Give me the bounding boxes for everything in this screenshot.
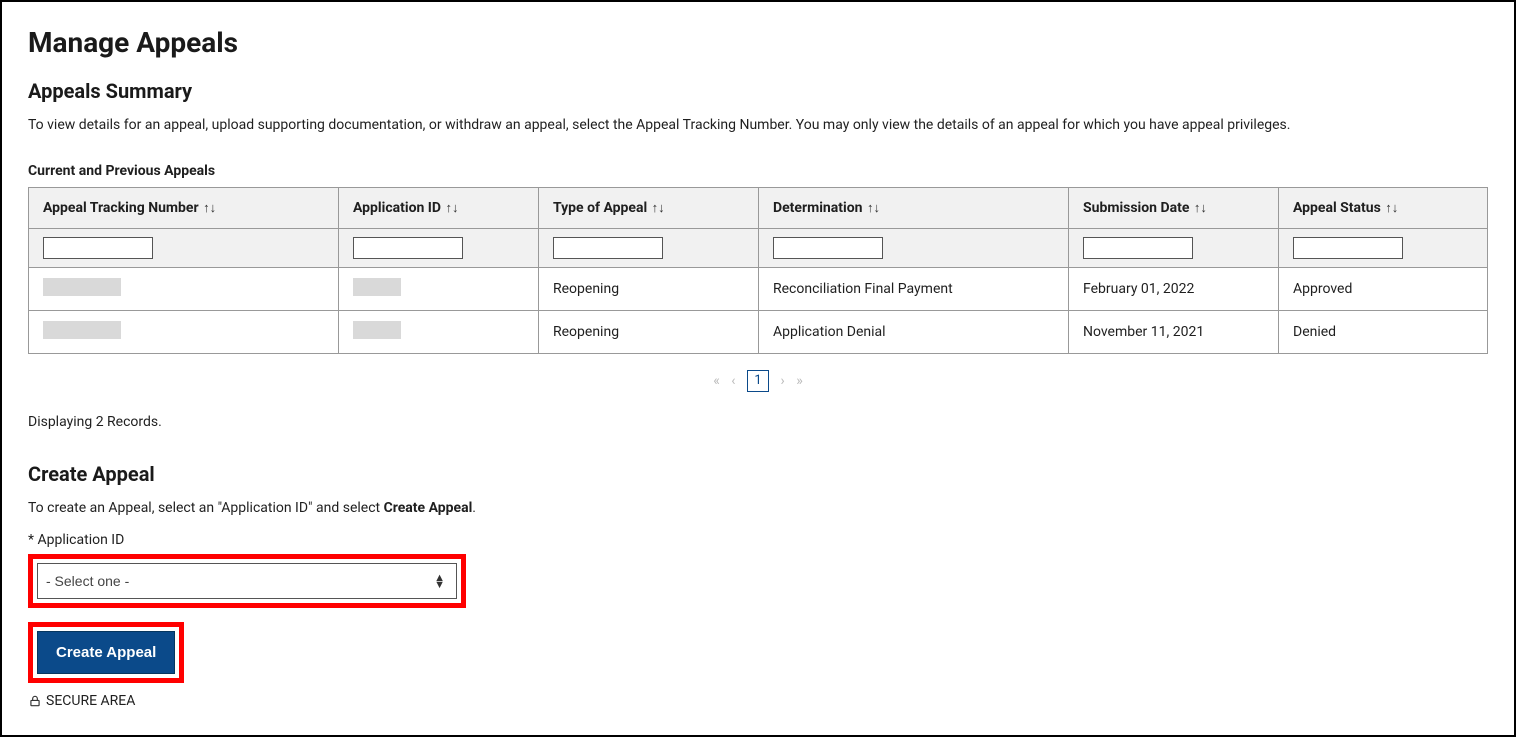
page-number[interactable]: 1 — [747, 370, 769, 392]
table-row: Reopening Reconciliation Final Payment F… — [29, 268, 1488, 311]
create-appeal-button[interactable]: Create Appeal — [37, 631, 175, 674]
page-last-icon[interactable]: » — [796, 373, 803, 389]
col-header-status[interactable]: Appeal Status ↑↓ — [1279, 188, 1488, 229]
pagination: « ‹ 1 › » — [28, 370, 1488, 392]
application-id-select[interactable]: - Select one - — [37, 563, 457, 599]
filter-determination[interactable] — [773, 237, 883, 259]
filter-app-id[interactable] — [353, 237, 463, 259]
col-header-app-id[interactable]: Application ID ↑↓ — [339, 188, 539, 229]
filter-type[interactable] — [553, 237, 663, 259]
summary-heading: Appeals Summary — [28, 79, 1488, 103]
highlight-select: - Select one - ▲▼ — [28, 554, 466, 608]
cell-submission: November 11, 2021 — [1069, 311, 1279, 354]
secure-area-label: SECURE AREA — [28, 693, 1488, 709]
create-heading: Create Appeal — [28, 462, 1488, 486]
records-count: Displaying 2 Records. — [28, 414, 1488, 430]
col-header-submission[interactable]: Submission Date ↑↓ — [1069, 188, 1279, 229]
cell-determination: Reconciliation Final Payment — [759, 268, 1069, 311]
sort-icon: ↑↓ — [1194, 201, 1207, 216]
sort-icon: ↑↓ — [867, 201, 880, 216]
cell-determination: Application Denial — [759, 311, 1069, 354]
cell-status: Approved — [1279, 268, 1488, 311]
table-row: Reopening Application Denial November 11… — [29, 311, 1488, 354]
highlight-button: Create Appeal — [28, 622, 184, 683]
page-first-icon[interactable]: « — [713, 373, 720, 389]
page-prev-icon[interactable]: ‹ — [731, 373, 735, 389]
lock-icon — [28, 694, 42, 708]
appeals-table: Appeal Tracking Number ↑↓ Application ID… — [28, 187, 1488, 354]
page-title: Manage Appeals — [28, 26, 1488, 59]
col-header-determination[interactable]: Determination ↑↓ — [759, 188, 1069, 229]
redacted-tracking — [43, 278, 121, 296]
redacted-app-id — [353, 278, 401, 296]
sort-icon: ↑↓ — [1385, 201, 1398, 216]
col-header-tracking[interactable]: Appeal Tracking Number ↑↓ — [29, 188, 339, 229]
cell-status: Denied — [1279, 311, 1488, 354]
cell-type: Reopening — [539, 311, 759, 354]
create-description: To create an Appeal, select an "Applicat… — [28, 500, 1488, 516]
page-next-icon[interactable]: › — [780, 373, 784, 389]
filter-tracking[interactable] — [43, 237, 153, 259]
sort-icon: ↑↓ — [203, 201, 216, 216]
table-caption: Current and Previous Appeals — [28, 163, 1488, 179]
filter-submission[interactable] — [1083, 237, 1193, 259]
redacted-tracking — [43, 321, 121, 339]
col-header-type[interactable]: Type of Appeal ↑↓ — [539, 188, 759, 229]
sort-icon: ↑↓ — [652, 201, 665, 216]
app-id-label: * Application ID — [28, 532, 1488, 548]
cell-submission: February 01, 2022 — [1069, 268, 1279, 311]
summary-description: To view details for an appeal, upload su… — [28, 117, 1488, 133]
sort-icon: ↑↓ — [445, 201, 458, 216]
filter-status[interactable] — [1293, 237, 1403, 259]
cell-type: Reopening — [539, 268, 759, 311]
redacted-app-id — [353, 321, 401, 339]
